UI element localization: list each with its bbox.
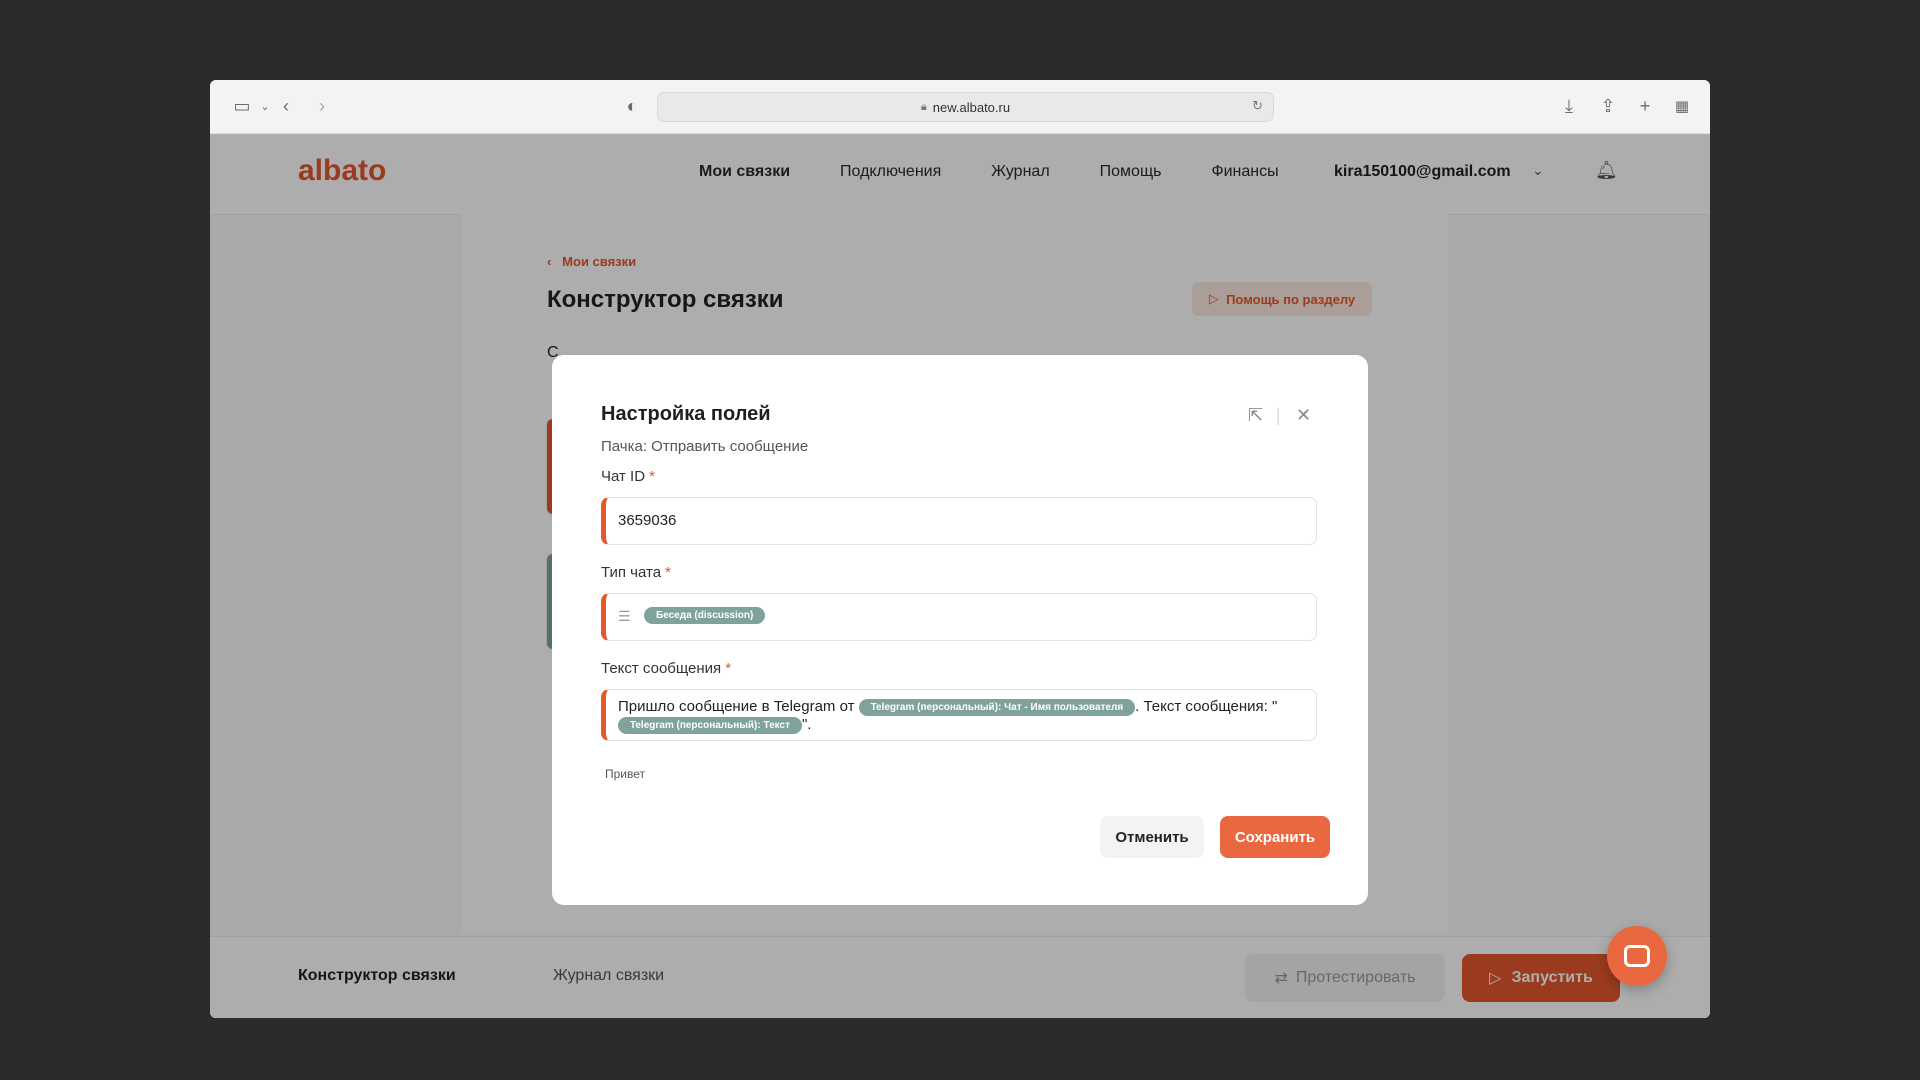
- forward-icon[interactable]: ›: [310, 94, 334, 118]
- address-bar[interactable]: 🔒︎ new.albato.ru ↻: [657, 92, 1274, 122]
- modal-subtitle: Пачка: Отправить сообщение: [601, 438, 809, 455]
- message-text-label: Текст сообщения *: [601, 660, 731, 677]
- chat-icon: [1624, 945, 1650, 967]
- chat-type-label-text: Тип чата: [601, 564, 662, 581]
- reload-icon[interactable]: ↻: [1252, 98, 1263, 114]
- chat-type-chip[interactable]: Беседа (discussion): [644, 607, 766, 625]
- required-mark: *: [665, 564, 671, 581]
- sidebar-toggle-icon[interactable]: ▭: [230, 94, 254, 118]
- chat-id-label-text: Чат ID: [601, 468, 646, 485]
- address-text: new.albato.ru: [932, 99, 1011, 115]
- close-icon[interactable]: ✕: [1296, 405, 1311, 426]
- message-text-part1: Пришло сообщение в Telegram от: [618, 698, 855, 715]
- list-icon: ☰: [618, 608, 631, 624]
- variable-chip-username[interactable]: Telegram (персональный): Чат - Имя польз…: [858, 698, 1136, 716]
- cancel-button[interactable]: Отменить: [1100, 816, 1204, 858]
- browser-window: ▭ ⌄ ‹ › ◐ 🔒︎ new.albato.ru ↻ ⤓ ⇪ + ▦ alb…: [210, 80, 1710, 1018]
- chat-type-field[interactable]: ☰ Беседа (discussion): [601, 593, 1317, 641]
- shield-icon[interactable]: ◐: [620, 94, 644, 118]
- collapse-icon[interactable]: ⇱: [1248, 405, 1263, 426]
- message-preview-hint: Привет: [605, 767, 646, 781]
- lock-icon: 🔒︎: [920, 100, 927, 113]
- chat-type-label: Тип чата *: [601, 564, 671, 581]
- message-text-label-text: Текст сообщения: [601, 660, 722, 677]
- required-mark: *: [725, 660, 732, 677]
- support-chat-button[interactable]: [1607, 926, 1667, 986]
- download-icon[interactable]: ⤓: [1557, 94, 1581, 118]
- new-tab-icon[interactable]: +: [1633, 94, 1657, 118]
- back-icon[interactable]: ‹: [274, 94, 298, 118]
- chat-id-field[interactable]: 3659036: [601, 497, 1317, 545]
- message-text-part2: . Текст сообщения: ": [1135, 698, 1278, 715]
- modal-overlay[interactable]: Настройка полей Пачка: Отправить сообщен…: [210, 134, 1710, 1018]
- chat-id-value: 3659036: [618, 512, 677, 529]
- tab-overview-icon[interactable]: ▦: [1670, 94, 1694, 118]
- divider: |: [1276, 405, 1281, 425]
- message-text-part3: ".: [801, 716, 812, 733]
- variable-chip-text[interactable]: Telegram (персональный): Текст: [618, 716, 802, 734]
- modal-title: Настройка полей: [601, 403, 771, 425]
- chat-id-label: Чат ID *: [601, 468, 655, 485]
- chat-type-chip-wrap: Беседа (discussion): [644, 607, 766, 625]
- share-icon[interactable]: ⇪: [1596, 94, 1620, 118]
- message-line-1: Пришло сообщение в Telegram от Telegram …: [618, 698, 1277, 716]
- save-button[interactable]: Сохранить: [1220, 816, 1330, 858]
- required-mark: *: [649, 468, 655, 485]
- message-line-2: Telegram (персональный): Текст ".: [618, 716, 811, 734]
- message-text-field[interactable]: Пришло сообщение в Telegram от Telegram …: [601, 689, 1317, 741]
- browser-toolbar: ▭ ⌄ ‹ › ◐ 🔒︎ new.albato.ru ↻ ⤓ ⇪ + ▦: [210, 80, 1710, 134]
- field-settings-modal: Настройка полей Пачка: Отправить сообщен…: [552, 355, 1368, 905]
